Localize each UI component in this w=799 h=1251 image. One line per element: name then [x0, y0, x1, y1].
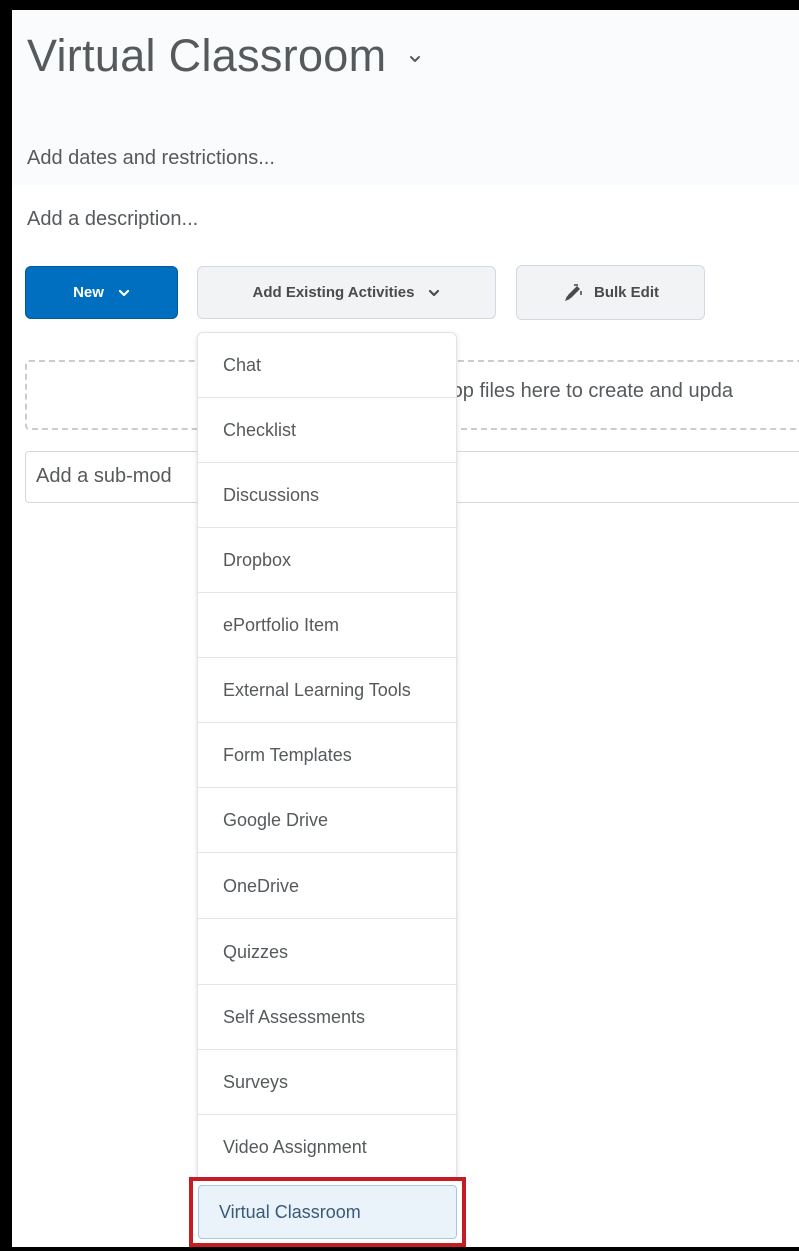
menu-item-external-learning-tools[interactable]: External Learning Tools: [198, 658, 458, 723]
add-description-link[interactable]: Add a description...: [27, 208, 198, 231]
menu-item-checklist[interactable]: Checklist: [198, 398, 458, 463]
menu-item-chat[interactable]: Chat: [198, 333, 458, 398]
new-button-label: New: [73, 284, 104, 301]
pencil-icon: [564, 283, 582, 301]
add-dates-link[interactable]: Add dates and restrictions...: [27, 147, 275, 170]
add-existing-activities-button[interactable]: Add Existing Activities: [197, 266, 496, 319]
menu-item-video-assignment[interactable]: Video Assignment: [198, 1115, 458, 1180]
chevron-down-icon: [429, 289, 440, 296]
menu-item-surveys[interactable]: Surveys: [198, 1050, 458, 1115]
menu-item-eportfolio-item[interactable]: ePortfolio Item: [198, 593, 458, 658]
menu-item-quizzes[interactable]: Quizzes: [198, 920, 458, 985]
menu-item-self-assessments[interactable]: Self Assessments: [198, 985, 458, 1050]
bulk-edit-button[interactable]: Bulk Edit: [516, 265, 705, 320]
new-button[interactable]: New: [25, 266, 178, 319]
menu-item-onedrive[interactable]: OneDrive: [198, 854, 458, 919]
content-area: Virtual Classroom Add dates and restrict…: [12, 10, 799, 1247]
title-row[interactable]: Virtual Classroom: [27, 30, 422, 82]
dropzone-text: rop files here to create and upda: [445, 380, 733, 402]
page-title: Virtual Classroom: [27, 30, 387, 81]
menu-item-form-templates[interactable]: Form Templates: [198, 723, 458, 788]
app-frame: Virtual Classroom Add dates and restrict…: [0, 0, 799, 1251]
chevron-down-icon: [118, 289, 130, 296]
bulk-edit-label: Bulk Edit: [593, 284, 659, 301]
highlight-box: Virtual Classroom: [189, 1177, 466, 1247]
menu-item-google-drive[interactable]: Google Drive: [198, 788, 458, 853]
menu-item-discussions[interactable]: Discussions: [198, 463, 458, 528]
add-existing-activities-menu: Chat Checklist Discussions Dropbox ePort…: [197, 332, 458, 1247]
add-submodule-placeholder: Add a sub-mod: [36, 465, 172, 487]
menu-item-dropbox[interactable]: Dropbox: [198, 528, 458, 593]
add-existing-activities-label: Add Existing Activities: [252, 284, 415, 301]
chevron-down-icon[interactable]: [408, 52, 422, 66]
menu-item-virtual-classroom[interactable]: Virtual Classroom: [198, 1185, 457, 1239]
